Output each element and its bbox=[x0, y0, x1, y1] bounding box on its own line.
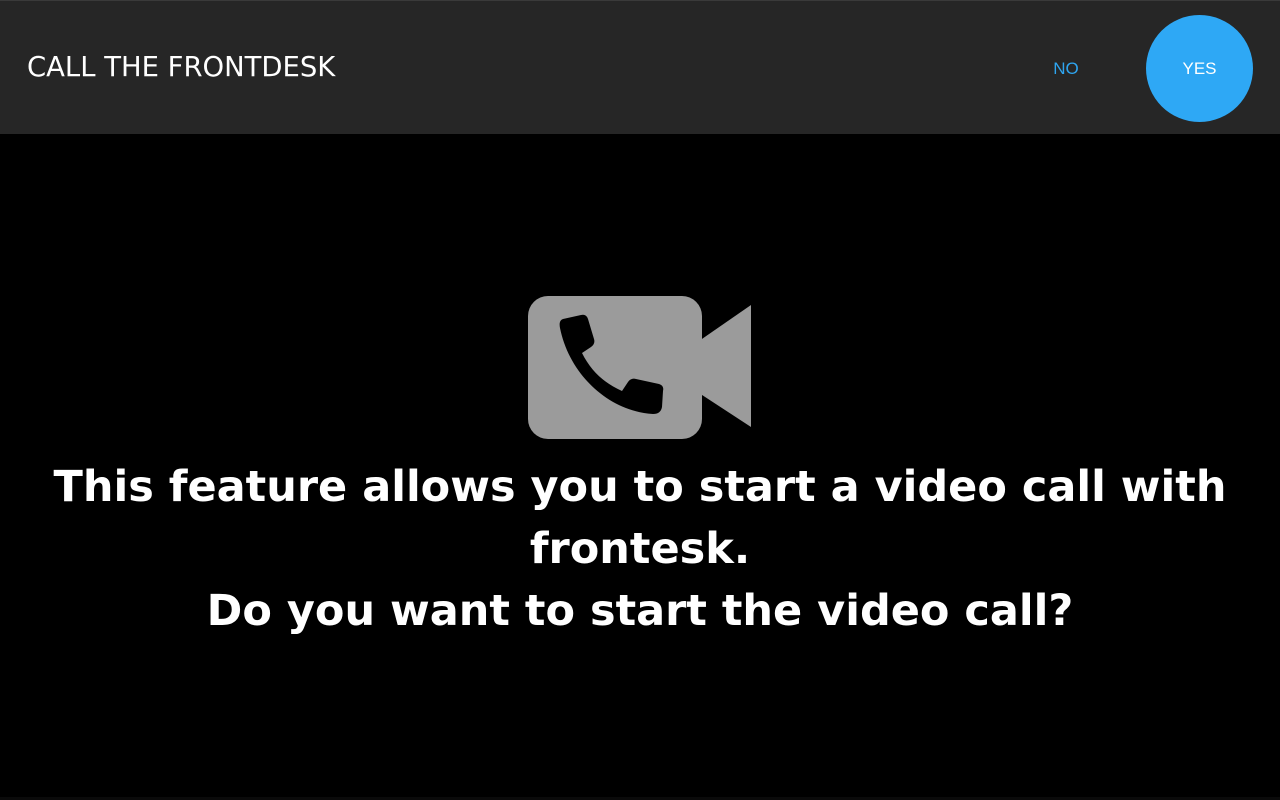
top-bar: CALL THE FRONTDESK NO YES bbox=[0, 0, 1280, 134]
camera-lens bbox=[699, 305, 751, 427]
message-line-1: This feature allows you to start a video… bbox=[53, 462, 1227, 574]
message-line-2: Do you want to start the video call? bbox=[206, 586, 1074, 636]
camera-body bbox=[528, 296, 702, 439]
no-button[interactable]: NO bbox=[1036, 54, 1096, 84]
page-title: CALL THE FRONTDESK bbox=[27, 50, 336, 83]
main-content: This feature allows you to start a video… bbox=[0, 134, 1280, 800]
yes-button[interactable]: YES bbox=[1146, 15, 1253, 122]
info-message: This feature allows you to start a video… bbox=[40, 456, 1240, 642]
video-call-icon bbox=[528, 296, 751, 439]
